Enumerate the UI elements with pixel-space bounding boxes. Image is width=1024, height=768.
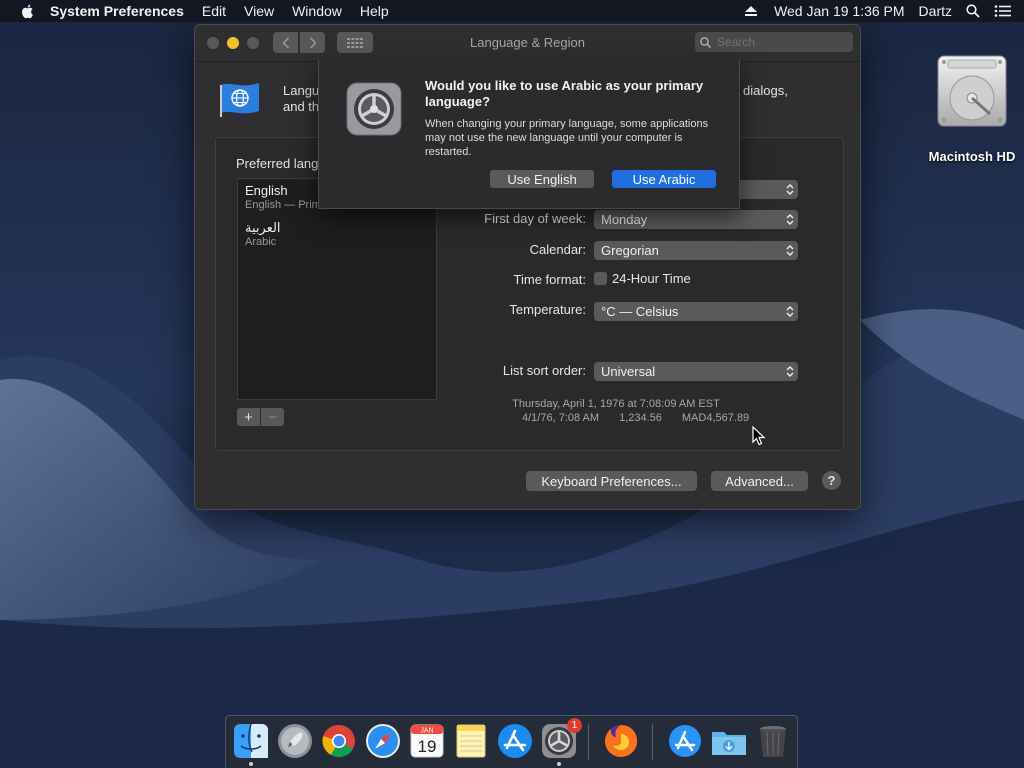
eject-icon[interactable] <box>744 5 758 17</box>
temperature-value: °C — Celsius <box>601 304 679 319</box>
mouse-pointer-icon <box>752 426 766 446</box>
finder-dock-item[interactable] <box>232 722 270 766</box>
sample-currency: MAD4,567.89 <box>681 412 750 424</box>
first-day-popup[interactable]: Monday <box>594 210 798 229</box>
applications-folder-icon <box>669 725 701 757</box>
notes-icon <box>456 724 486 758</box>
search-field[interactable] <box>695 32 853 52</box>
preferred-languages-list[interactable]: English English — Prim العربية Arabic <box>237 178 437 400</box>
sample-long-date: Thursday, April 1, 1976 at 7:08:09 AM ES… <box>512 398 720 410</box>
system-preferences-gear-icon <box>346 82 402 136</box>
running-indicator <box>557 762 561 766</box>
safari-icon <box>366 724 400 758</box>
sample-short-date: 4/1/76, 7:08 AM <box>522 412 600 424</box>
finder-icon <box>234 723 268 758</box>
app-store-dock-item[interactable] <box>496 722 534 760</box>
window-titlebar[interactable]: Language & Region <box>195 25 860 62</box>
trash-dock-item[interactable] <box>754 722 792 760</box>
dialog-title: Would you like to use Arabic as your pri… <box>425 78 704 109</box>
remove-language-button[interactable]: − <box>261 408 284 426</box>
sample-number: 1,234.56 <box>619 412 662 424</box>
up-down-arrows-icon <box>786 245 794 256</box>
dock-separator <box>588 724 589 760</box>
launchpad-dock-item[interactable] <box>276 722 314 760</box>
running-indicator <box>249 762 253 766</box>
add-remove-control: + − <box>237 408 284 426</box>
calendar-day-text: 19 <box>418 737 437 756</box>
calendar-icon: JAN 19 <box>410 724 444 758</box>
calendar-label: Calendar: <box>529 242 586 257</box>
language-name: English <box>245 183 288 198</box>
chrome-icon <box>322 724 355 758</box>
dock: JAN 19 1 <box>225 715 798 768</box>
dialog-message: When changing your primary language, som… <box>425 118 709 158</box>
notification-badge: 1 <box>567 718 582 733</box>
hard-drive-icon <box>937 55 1007 127</box>
menu-extras: Wed Jan 19 1:36 PM Dartz <box>730 3 1024 19</box>
use-english-button[interactable]: Use English <box>490 170 594 188</box>
language-subtitle: Arabic <box>245 236 277 248</box>
menu-bar: System Preferences Edit View Window Help… <box>0 0 1024 22</box>
up-down-arrows-icon <box>786 184 794 195</box>
list-item[interactable]: العربية Arabic <box>238 216 436 252</box>
macintosh-hd-desktop-item[interactable]: Macintosh HD <box>924 50 1020 164</box>
language-name: العربية <box>245 220 281 235</box>
safari-dock-item[interactable] <box>364 722 402 760</box>
macintosh-hd-label: Macintosh HD <box>928 149 1016 164</box>
first-day-value: Monday <box>601 212 648 227</box>
language-subtitle: English — Prim <box>245 199 321 211</box>
up-down-arrows-icon <box>786 214 794 225</box>
calendar-month-text: JAN <box>420 728 433 735</box>
up-down-arrows-icon <box>786 306 794 317</box>
menu-user[interactable]: Dartz <box>919 3 952 19</box>
chrome-dock-item[interactable] <box>320 722 358 760</box>
menu-clock[interactable]: Wed Jan 19 1:36 PM <box>774 3 904 19</box>
system-preferences-dock-item[interactable]: 1 <box>540 718 582 766</box>
list-sort-value: Universal <box>601 364 656 379</box>
downloads-folder-icon <box>712 732 746 755</box>
advanced-button[interactable]: Advanced... <box>711 471 808 491</box>
list-sort-popup[interactable]: Universal <box>594 362 798 381</box>
notes-dock-item[interactable] <box>452 722 490 760</box>
use-arabic-button[interactable]: Use Arabic <box>612 170 716 188</box>
calendar-dock-item[interactable]: JAN 19 <box>408 722 446 760</box>
spotlight-search-icon[interactable] <box>966 4 980 18</box>
downloads-dock-item[interactable] <box>710 722 748 760</box>
24-hour-time-checkbox[interactable] <box>594 272 607 285</box>
up-down-arrows-icon <box>786 366 794 377</box>
list-sort-label: List sort order: <box>502 363 586 378</box>
apple-menu-icon[interactable] <box>20 3 36 19</box>
keyboard-preferences-button[interactable]: Keyboard Preferences... <box>526 471 697 491</box>
time-format-label: Time format: <box>513 272 586 287</box>
calendar-value: Gregorian <box>601 243 659 258</box>
app-store-icon <box>498 724 532 758</box>
firefox-icon <box>605 725 638 757</box>
change-language-dialog: Would you like to use Arabic as your pri… <box>318 60 740 209</box>
firefox-dock-item[interactable] <box>602 722 640 760</box>
launchpad-icon <box>278 724 312 758</box>
first-day-label: First day of week: <box>484 211 586 226</box>
search-input[interactable] <box>715 34 839 50</box>
dock-separator <box>652 724 653 760</box>
menu-app-name[interactable]: System Preferences <box>50 3 184 19</box>
header-text-tail: dialogs, <box>743 83 788 98</box>
preferred-languages-title: Preferred lang <box>236 156 319 171</box>
menu-window[interactable]: Window <box>292 3 342 19</box>
temperature-popup[interactable]: °C — Celsius <box>594 302 798 321</box>
search-icon <box>700 36 711 48</box>
menu-view[interactable]: View <box>244 3 274 19</box>
menu-edit[interactable]: Edit <box>202 3 226 19</box>
notification-center-icon[interactable] <box>994 4 1012 18</box>
trash-icon <box>760 726 786 757</box>
menu-help[interactable]: Help <box>360 3 389 19</box>
temperature-label: Temperature: <box>509 302 586 317</box>
applications-dock-item[interactable] <box>666 722 704 760</box>
language-flag-icon <box>220 83 259 117</box>
calendar-popup[interactable]: Gregorian <box>594 241 798 260</box>
help-button[interactable]: ? <box>822 471 841 490</box>
add-language-button[interactable]: + <box>237 408 260 426</box>
24-hour-time-label[interactable]: 24-Hour Time <box>612 271 691 286</box>
sample-formats: 4/1/76, 7:08 AM 1,234.56 MAD4,567.89 <box>522 412 769 424</box>
